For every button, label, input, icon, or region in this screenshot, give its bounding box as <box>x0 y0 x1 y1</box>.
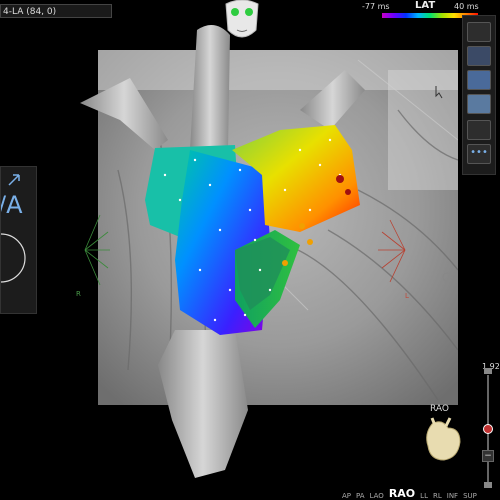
left-orientation-marker <box>378 219 406 283</box>
left-side-letter: L <box>405 292 409 300</box>
left-side-panel: /A <box>0 166 37 314</box>
pulmonary-vein-right-shell <box>300 70 365 130</box>
view-preset-bar: AP PA LAO RAO LL RL INF SUP <box>342 486 477 500</box>
cursor-icon <box>435 86 443 99</box>
ablation-tag[interactable] <box>336 175 344 183</box>
lat-min-label: -77 ms <box>362 2 390 11</box>
zoom-up-arrow[interactable] <box>484 368 492 374</box>
toolbar-button[interactable] <box>467 70 491 90</box>
toolbar-button[interactable] <box>467 22 491 42</box>
panel-label: /A <box>0 191 23 219</box>
list-icon[interactable] <box>467 120 491 140</box>
right-toolbar: ••• <box>462 15 496 175</box>
view-button-sup[interactable]: SUP <box>463 492 477 500</box>
ablation-tag[interactable] <box>282 260 288 266</box>
lat-max-label: 40 ms <box>454 2 479 11</box>
view-button-rao[interactable]: RAO <box>389 487 415 500</box>
inferior-vena-cava-shell <box>158 330 248 478</box>
zoom-slider-knob[interactable] <box>483 424 493 434</box>
view-button-ap[interactable]: AP <box>342 492 351 500</box>
view-button-ll[interactable]: LL <box>420 492 428 500</box>
gauge-icon <box>1 233 26 283</box>
lat-legend-title: LAT <box>415 0 436 11</box>
direction-arrow-icon <box>8 174 20 186</box>
ablation-tag[interactable] <box>307 239 313 245</box>
mini-heart-icon[interactable] <box>418 414 468 464</box>
ablation-tag[interactable] <box>299 223 305 229</box>
right-side-letter: R <box>76 290 81 298</box>
map-name-label[interactable]: 4-LA (84, 0) <box>0 4 112 18</box>
pulmonary-vein-left-shell <box>80 78 168 150</box>
view-button-lao[interactable]: LAO <box>370 492 384 500</box>
more-icon[interactable]: ••• <box>467 144 491 164</box>
view-button-inf[interactable]: INF <box>447 492 458 500</box>
mini-view-label: RAO <box>430 404 449 414</box>
rotation-handle-icon[interactable] <box>442 272 452 282</box>
right-orientation-marker <box>84 214 110 286</box>
face-orientation-icon[interactable] <box>220 0 264 42</box>
ablation-tag[interactable] <box>345 189 351 195</box>
star-icon[interactable] <box>467 94 491 114</box>
view-button-pa[interactable]: PA <box>356 492 365 500</box>
view-button-rl[interactable]: RL <box>433 492 442 500</box>
settings-icon[interactable] <box>467 46 491 66</box>
zoom-out-button[interactable]: − <box>482 450 494 462</box>
superior-vena-cava-shell <box>190 25 230 150</box>
zoom-down-arrow[interactable] <box>484 482 492 488</box>
